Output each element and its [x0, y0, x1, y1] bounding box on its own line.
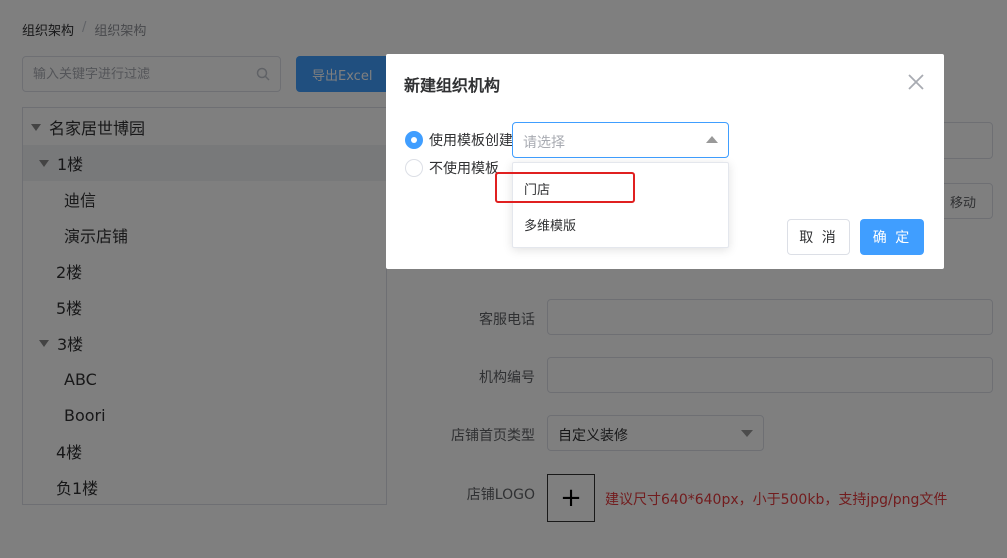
- dialog-title: 新建组织机构: [404, 76, 501, 95]
- radio-no-template[interactable]: 不使用模板: [405, 158, 499, 178]
- confirm-button[interactable]: 确 定: [860, 219, 924, 255]
- template-placeholder: 请选择: [523, 135, 565, 151]
- cancel-button[interactable]: 取 消: [787, 219, 850, 255]
- template-select[interactable]: 请选择: [512, 122, 729, 158]
- highlight-box: [495, 172, 635, 203]
- radio-label: 不使用模板: [429, 161, 499, 177]
- radio-checked-icon[interactable]: [405, 131, 423, 149]
- caret-up-icon: [706, 136, 718, 143]
- radio-label: 使用模板创建: [429, 133, 513, 149]
- radio-use-template[interactable]: 使用模板创建: [405, 130, 513, 150]
- radio-unchecked-icon[interactable]: [405, 159, 423, 177]
- dropdown-option-multi-template[interactable]: 多维模版: [524, 215, 576, 234]
- close-icon[interactable]: [906, 72, 926, 92]
